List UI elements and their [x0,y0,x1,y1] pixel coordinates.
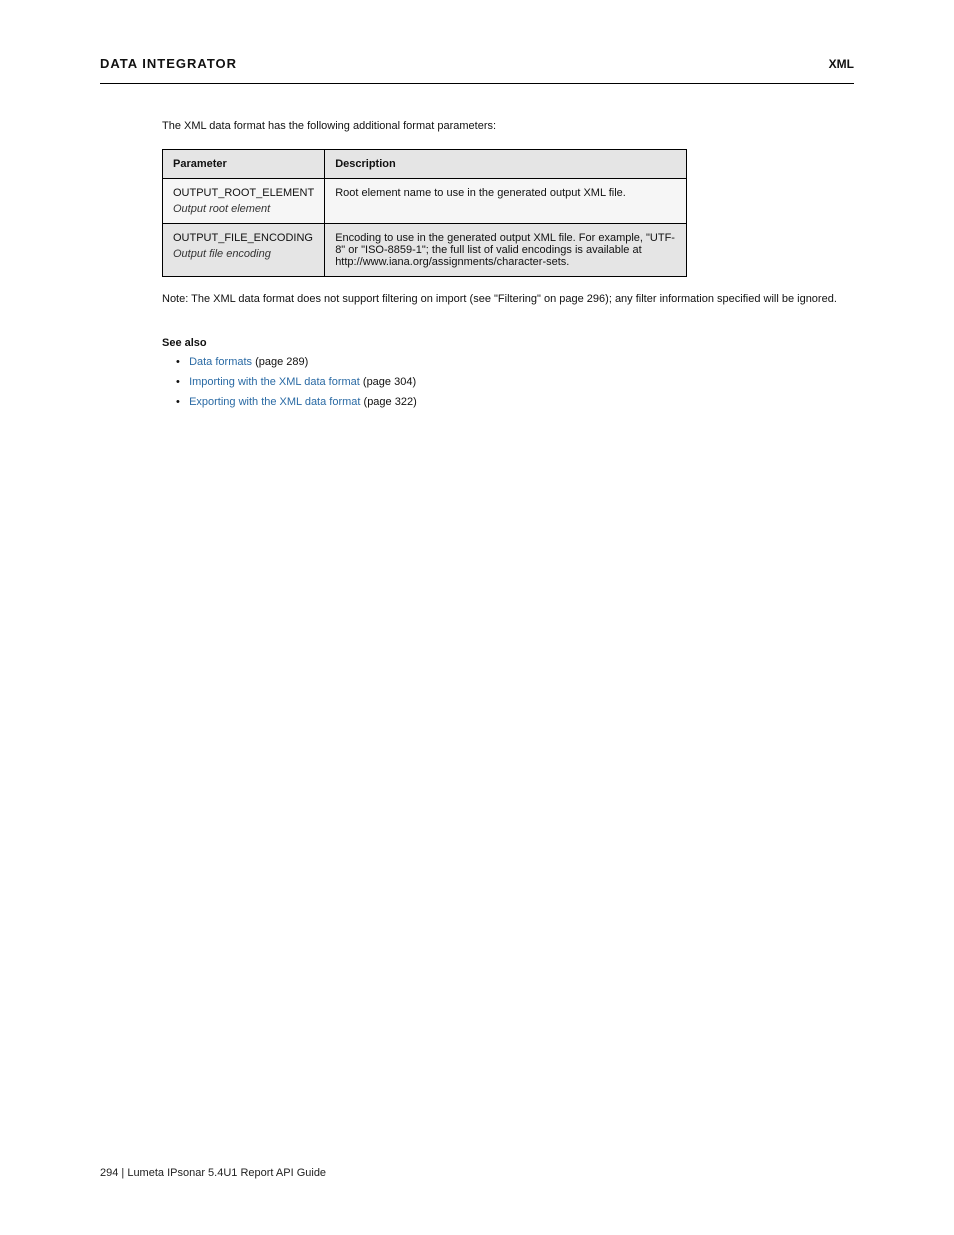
see-also-link[interactable]: Data formats [189,356,252,368]
header-topic-label: XML [829,57,854,71]
param-subtitle: Output file encoding [173,248,314,260]
see-also-block: See also • Data formats (page 289) • Imp… [162,337,854,412]
list-item: • Importing with the XML data format (pa… [176,373,854,393]
see-also-page: (page 289) [255,356,308,368]
page-footer: 294 | Lumeta IPsonar 5.4U1 Report API Gu… [100,1167,854,1179]
param-subtitle: Output root element [173,203,314,215]
note-text: Note: The XML data format does not suppo… [162,291,854,308]
see-also-link[interactable]: Importing with the XML data format [189,376,360,388]
param-cell: OUTPUT_ROOT_ELEMENT Output root element [163,178,325,223]
bullet-icon: • [176,353,186,373]
see-also-page: (page 304) [363,376,416,388]
see-also-label: See also [162,337,854,349]
list-item: • Exporting with the XML data format (pa… [176,393,854,413]
see-also-page: (page 322) [364,396,417,408]
param-name: OUTPUT_FILE_ENCODING [173,232,313,244]
table-row: OUTPUT_FILE_ENCODING Output file encodin… [163,223,687,276]
page-content: The XML data format has the following ad… [100,118,854,412]
param-cell: OUTPUT_FILE_ENCODING Output file encodin… [163,223,325,276]
desc-cell: Encoding to use in the generated output … [325,223,687,276]
table-row: OUTPUT_ROOT_ELEMENT Output root element … [163,178,687,223]
param-name: OUTPUT_ROOT_ELEMENT [173,187,314,199]
desc-cell: Root element name to use in the generate… [325,178,687,223]
see-also-list: • Data formats (page 289) • Importing wi… [162,353,854,412]
intro-text: The XML data format has the following ad… [162,118,854,135]
page-header: DATA INTEGRATOR XML [100,56,854,84]
bullet-icon: • [176,373,186,393]
bullet-icon: • [176,393,186,413]
column-header-parameter: Parameter [163,149,325,178]
see-also-link[interactable]: Exporting with the XML data format [189,396,360,408]
column-header-description: Description [325,149,687,178]
parameter-table: Parameter Description OUTPUT_ROOT_ELEMEN… [162,149,687,277]
header-section-label: DATA INTEGRATOR [100,56,237,71]
list-item: • Data formats (page 289) [176,353,854,373]
